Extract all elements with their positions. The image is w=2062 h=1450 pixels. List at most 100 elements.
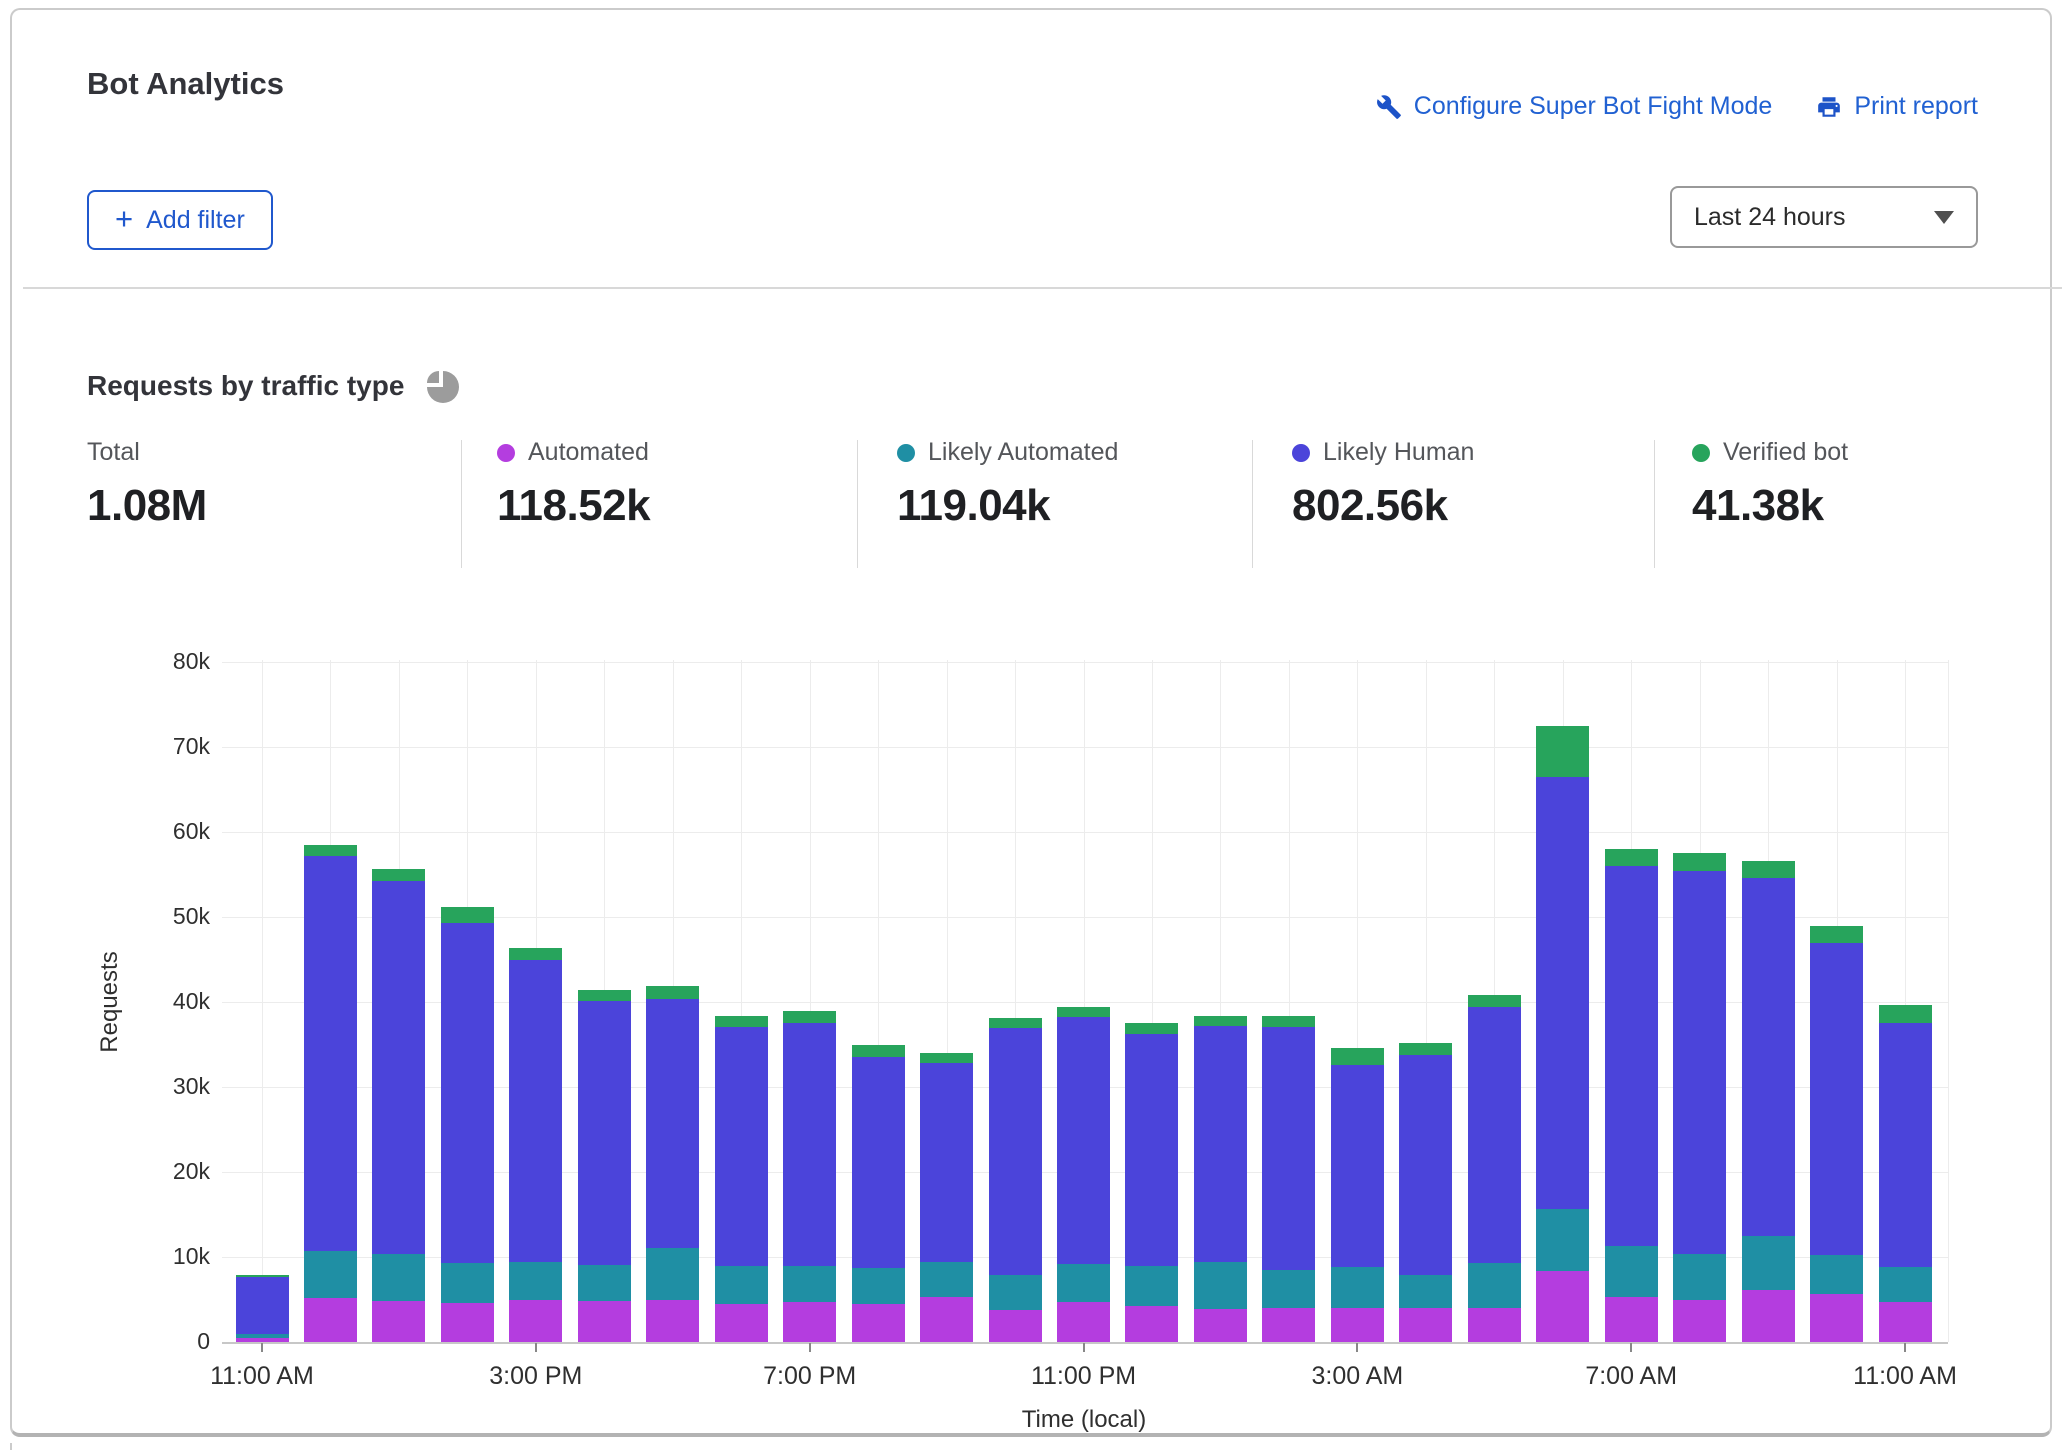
bar-segment-automated (989, 1310, 1042, 1342)
section-title: Requests by traffic type (87, 370, 404, 402)
x-tick (1904, 1343, 1906, 1352)
bar-segment-automated (852, 1304, 905, 1342)
x-tick-label: 11:00 AM (162, 1362, 362, 1391)
x-tick-label: 3:00 PM (436, 1362, 636, 1391)
bar-segment-verified-bot (1468, 995, 1521, 1007)
bar-column[interactable] (578, 655, 631, 1342)
bar-segment-likely-automated (920, 1262, 973, 1297)
stat-likely-automated-value: 119.04k (897, 481, 1118, 531)
bar-segment-likely-automated (715, 1266, 768, 1304)
x-tick (1356, 1343, 1358, 1352)
bar-segment-verified-bot (1536, 726, 1589, 777)
bar-segment-likely-automated (783, 1266, 836, 1303)
bar-segment-verified-bot (1125, 1023, 1178, 1034)
x-tick-label: 11:00 AM (1805, 1362, 2005, 1391)
bar-column[interactable] (1810, 655, 1863, 1342)
bar-column[interactable] (1468, 655, 1521, 1342)
stat-likely-human[interactable]: Likely Human 802.56k (1292, 438, 1474, 531)
bar-segment-likely-automated (1194, 1262, 1247, 1309)
bar-column[interactable] (1262, 655, 1315, 1342)
bar-segment-automated (1673, 1300, 1726, 1342)
bar-segment-likely-human (1057, 1017, 1110, 1264)
time-range-select[interactable]: Last 24 hours (1670, 186, 1978, 248)
x-tick (535, 1343, 537, 1352)
stat-divider (1252, 440, 1253, 568)
configure-sbfm-link[interactable]: Configure Super Bot Fight Mode (1376, 92, 1773, 121)
bar-segment-likely-automated (372, 1254, 425, 1301)
printer-icon (1816, 94, 1842, 120)
bar-segment-likely-automated (1125, 1266, 1178, 1307)
bar-segment-verified-bot (1673, 853, 1726, 871)
bar-segment-verified-bot (1605, 849, 1658, 866)
y-tick-label: 80k (120, 648, 210, 675)
bar-segment-likely-human (236, 1277, 289, 1334)
bar-column[interactable] (441, 655, 494, 1342)
stat-automated[interactable]: Automated 118.52k (497, 438, 650, 531)
add-filter-label: Add filter (146, 206, 245, 235)
bar-column[interactable] (1399, 655, 1452, 1342)
bar-segment-automated (372, 1301, 425, 1342)
bar-segment-likely-human (1468, 1007, 1521, 1263)
bar-column[interactable] (783, 655, 836, 1342)
stat-total-value: 1.08M (87, 481, 207, 531)
bar-column[interactable] (372, 655, 425, 1342)
time-range-value: Last 24 hours (1694, 203, 1846, 232)
stat-verified-bot[interactable]: Verified bot 41.38k (1692, 438, 1848, 531)
bar-segment-automated (920, 1297, 973, 1342)
stat-likely-automated[interactable]: Likely Automated 119.04k (897, 438, 1118, 531)
bar-segment-verified-bot (852, 1045, 905, 1057)
stat-divider (857, 440, 858, 568)
bar-column[interactable] (1125, 655, 1178, 1342)
plot-area (222, 655, 1952, 1342)
stat-likely-human-label: Likely Human (1323, 438, 1474, 467)
bar-segment-likely-human (441, 923, 494, 1263)
x-axis-title: Time (local) (984, 1406, 1184, 1434)
bar-segment-likely-automated (304, 1251, 357, 1298)
bar-segment-likely-human (852, 1057, 905, 1268)
print-report-link[interactable]: Print report (1816, 92, 1978, 121)
bar-segment-verified-bot (1810, 926, 1863, 944)
bar-segment-verified-bot (1331, 1048, 1384, 1065)
bar-segment-likely-automated (1399, 1275, 1452, 1308)
bar-column[interactable] (1742, 655, 1795, 1342)
bar-segment-verified-bot (1399, 1043, 1452, 1055)
verified-bot-dot (1692, 444, 1710, 462)
bar-segment-automated (578, 1301, 631, 1342)
y-tick-label: 50k (120, 903, 210, 930)
bar-segment-automated (1810, 1294, 1863, 1342)
bar-segment-likely-automated (1810, 1255, 1863, 1294)
bar-column[interactable] (1673, 655, 1726, 1342)
bar-segment-likely-human (1810, 943, 1863, 1255)
bar-segment-likely-human (578, 1001, 631, 1265)
header-divider (23, 287, 2062, 289)
bar-column[interactable] (236, 655, 289, 1342)
bar-segment-verified-bot (1742, 861, 1795, 878)
add-filter-button[interactable]: + Add filter (87, 190, 273, 250)
bar-segment-verified-bot (1057, 1007, 1110, 1017)
bar-column[interactable] (509, 655, 562, 1342)
bar-segment-likely-automated (1536, 1209, 1589, 1270)
likely-automated-dot (897, 444, 915, 462)
bar-column[interactable] (1194, 655, 1247, 1342)
bar-column[interactable] (1331, 655, 1384, 1342)
bar-segment-automated (1879, 1302, 1932, 1342)
bar-column[interactable] (852, 655, 905, 1342)
bar-segment-likely-automated (441, 1263, 494, 1303)
bar-column[interactable] (1057, 655, 1110, 1342)
bar-column[interactable] (1879, 655, 1932, 1342)
bar-segment-automated (646, 1300, 699, 1343)
bar-segment-likely-automated (236, 1334, 289, 1338)
bar-column[interactable] (715, 655, 768, 1342)
bar-column[interactable] (920, 655, 973, 1342)
stat-automated-label: Automated (528, 438, 649, 467)
print-report-label: Print report (1854, 92, 1978, 121)
next-card-edge (10, 1443, 12, 1450)
bar-column[interactable] (646, 655, 699, 1342)
bar-column[interactable] (304, 655, 357, 1342)
bar-segment-likely-human (1125, 1034, 1178, 1265)
bar-column[interactable] (1536, 655, 1589, 1342)
bar-column[interactable] (1605, 655, 1658, 1342)
bar-segment-automated (441, 1303, 494, 1342)
bar-segment-likely-automated (509, 1262, 562, 1299)
bar-column[interactable] (989, 655, 1042, 1342)
